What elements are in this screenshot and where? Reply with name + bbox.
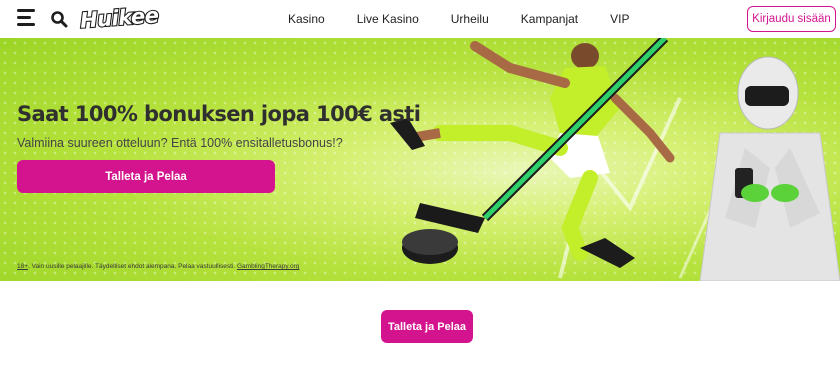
hero-illustration bbox=[390, 38, 840, 281]
search-icon[interactable] bbox=[50, 10, 68, 28]
site-header: Huikee Kasino Live Kasino Urheilu Kampan… bbox=[0, 0, 840, 38]
nav-item-live-kasino[interactable]: Live Kasino bbox=[357, 12, 419, 26]
hero-subtitle: Valmiina suureen otteluun? Entä 100% ens… bbox=[17, 136, 343, 150]
hero-banner: Saat 100% bonuksen jopa 100€ asti Valmii… bbox=[0, 38, 840, 281]
racer-figure bbox=[699, 56, 840, 281]
deposit-play-button[interactable]: Talleta ja Pelaa bbox=[17, 160, 275, 193]
login-button[interactable]: Kirjaudu sisään bbox=[747, 6, 836, 32]
deposit-play-button-secondary[interactable]: Talleta ja Pelaa bbox=[381, 310, 473, 343]
nav-item-vip[interactable]: VIP bbox=[610, 12, 629, 26]
menu-icon[interactable] bbox=[17, 9, 35, 26]
disclaimer-text: 18+. Vain uusille pelaajille. Täydellise… bbox=[17, 263, 299, 270]
nav-item-kasino[interactable]: Kasino bbox=[288, 12, 325, 26]
brand-logo[interactable]: Huikee bbox=[78, 2, 160, 34]
hero-title: Saat 100% bonuksen jopa 100€ asti bbox=[17, 102, 421, 126]
nav-item-kampanjat[interactable]: Kampanjat bbox=[521, 12, 578, 26]
age-limit-link[interactable]: 18+ bbox=[17, 263, 28, 270]
gambling-therapy-link[interactable]: GamblingTherapy.org bbox=[237, 263, 299, 270]
main-nav: Kasino Live Kasino Urheilu Kampanjat VIP bbox=[288, 0, 661, 38]
disclaimer-body: . Vain uusille pelaajille. Täydelliset e… bbox=[28, 263, 237, 270]
nav-item-urheilu[interactable]: Urheilu bbox=[451, 12, 489, 26]
